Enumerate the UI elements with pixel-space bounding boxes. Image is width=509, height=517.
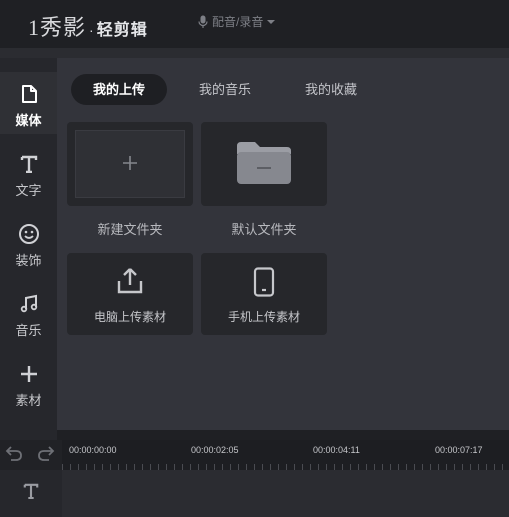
sidebar-item-text[interactable]: 文字 — [0, 142, 57, 204]
sidebar-item-assets[interactable]: 素材 — [0, 352, 57, 414]
sidebar-item-label: 音乐 — [15, 323, 42, 338]
plus-icon — [122, 153, 138, 175]
app-logo: 1秀影 · 轻剪辑 — [28, 10, 148, 42]
phone-upload-label: 手机上传素材 — [227, 310, 300, 324]
top-divider — [0, 48, 509, 58]
sidebar-item-media[interactable]: 媒体 — [0, 72, 57, 134]
upload-icon — [67, 267, 193, 295]
app-window: 1秀影 · 轻剪辑 配音/录音 媒体 文字 装饰 音乐 素材 我的上传 我的音乐… — [0, 0, 509, 517]
logo-main-text: 1秀影 — [28, 15, 87, 40]
timecode-label: 00:00:04:11 — [313, 445, 360, 455]
timecode-label: 00:00:02:05 — [191, 445, 239, 455]
smiley-icon — [18, 222, 40, 246]
new-folder-label: 新建文件夹 — [97, 222, 163, 237]
voiceover-dropdown[interactable]: 配音/录音 — [198, 13, 276, 30]
sidebar-item-label: 文字 — [15, 183, 42, 198]
pc-upload-tile[interactable]: 电脑上传素材 — [67, 253, 193, 335]
timecode-label: 00:00:00:00 — [69, 445, 117, 455]
text-track-header — [0, 470, 62, 517]
text-icon — [20, 152, 38, 176]
chevron-down-icon — [267, 19, 276, 25]
logo-separator: · — [89, 22, 94, 38]
microphone-icon — [198, 15, 208, 29]
redo-icon[interactable] — [37, 445, 55, 466]
media-file-icon — [19, 82, 39, 106]
sidebar-item-label: 媒体 — [15, 113, 42, 128]
voiceover-label: 配音/录音 — [212, 15, 264, 29]
new-folder-thumb — [75, 130, 185, 198]
default-folder-label: 默认文件夹 — [231, 222, 297, 237]
phone-upload-tile[interactable]: 手机上传素材 — [201, 253, 327, 335]
new-folder-tile[interactable] — [67, 122, 193, 206]
tab-my-uploads[interactable]: 我的上传 — [71, 74, 167, 105]
folder-icon — [235, 140, 293, 191]
media-panel: 我的上传 我的音乐 我的收藏 新建文件夹 默认文件夹 电脑上传素材 手机上传素材 — [57, 58, 509, 430]
music-note-icon — [19, 292, 39, 316]
undo-icon[interactable] — [5, 445, 23, 466]
phone-icon — [201, 267, 327, 297]
logo-sub-text: 轻剪辑 — [96, 22, 148, 39]
sidebar-item-label: 装饰 — [15, 253, 42, 268]
pc-upload-label: 电脑上传素材 — [93, 310, 166, 324]
text-track[interactable] — [62, 470, 509, 517]
plus-icon — [19, 362, 39, 386]
sidebar-item-music[interactable]: 音乐 — [0, 282, 57, 344]
text-icon — [23, 483, 39, 504]
sidebar-item-label: 素材 — [15, 393, 42, 408]
top-bar: 1秀影 · 轻剪辑 配音/录音 — [0, 0, 509, 48]
tab-my-favorites[interactable]: 我的收藏 — [287, 74, 375, 105]
sidebar: 媒体 文字 装饰 音乐 素材 — [0, 58, 57, 440]
tab-my-music[interactable]: 我的音乐 — [181, 74, 269, 105]
timecode-label: 00:00:07:17 — [435, 445, 483, 455]
sidebar-item-decor[interactable]: 装饰 — [0, 212, 57, 274]
default-folder-tile[interactable] — [201, 122, 327, 206]
timeline-ruler[interactable]: 00:00:00:00 00:00:02:05 00:00:04:11 00:0… — [62, 440, 509, 470]
